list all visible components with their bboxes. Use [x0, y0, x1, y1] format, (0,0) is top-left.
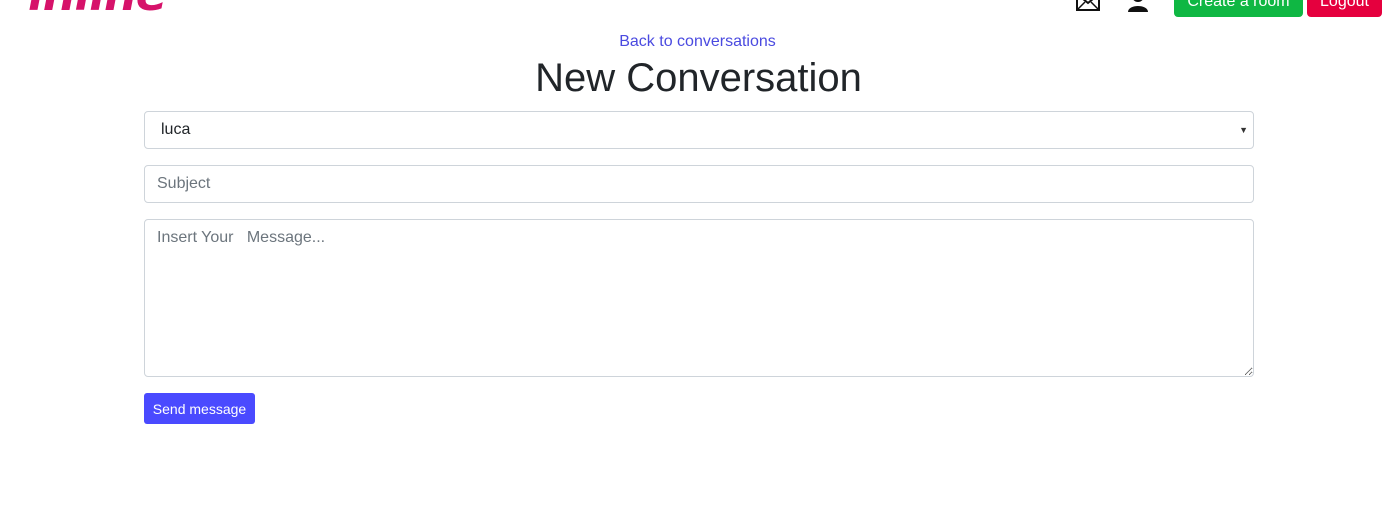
- back-to-conversations-link[interactable]: Back to conversations: [619, 33, 776, 50]
- subject-input[interactable]: [144, 165, 1254, 203]
- brand-logo[interactable]: inline: [28, 0, 167, 18]
- message-textarea[interactable]: [144, 219, 1254, 377]
- recipient-select-value: luca: [161, 121, 191, 138]
- chevron-down-icon: ▼: [1239, 125, 1248, 135]
- recipient-select[interactable]: luca ▼: [144, 111, 1254, 149]
- logout-button[interactable]: Logout: [1307, 0, 1382, 17]
- send-message-button[interactable]: Send message: [144, 393, 255, 424]
- page-title: New Conversation: [535, 56, 862, 100]
- mail-icon[interactable]: [1075, 0, 1101, 12]
- user-icon[interactable]: [1125, 0, 1151, 12]
- back-link-container: Back to conversations: [0, 33, 1395, 51]
- top-navbar: inline Create a room Logout: [0, 0, 1395, 26]
- create-room-button[interactable]: Create a room: [1174, 0, 1303, 17]
